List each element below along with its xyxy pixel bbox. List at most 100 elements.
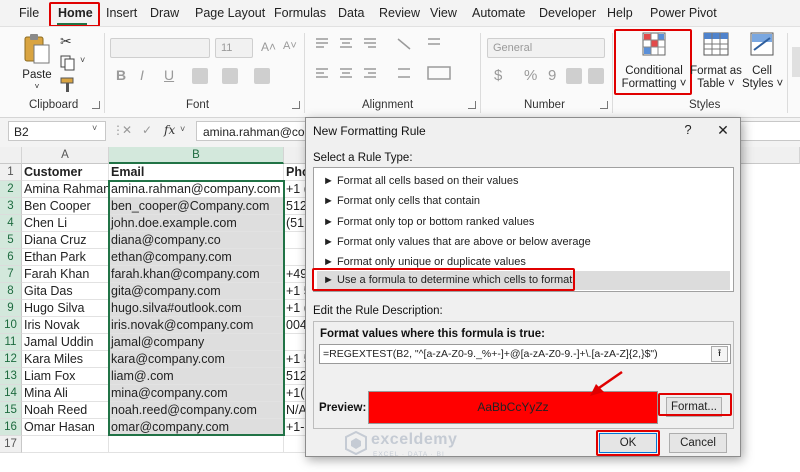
table-cell-customer[interactable]: Kara Miles [22,351,109,368]
row-header[interactable]: 15 [0,402,22,419]
table-cell-email[interactable]: ethan@company.com [109,249,284,266]
tab-draw[interactable]: Draw [150,6,179,20]
help-icon[interactable]: ? [678,121,698,139]
font-size-box[interactable]: 11 [215,38,253,58]
row-header[interactable]: 5 [0,232,22,249]
tab-help[interactable]: Help [607,6,633,20]
table-cell-email[interactable]: amina.rahman@company.com [109,181,284,198]
tab-view[interactable]: View [430,6,457,20]
clipboard-launcher-icon[interactable] [92,101,100,109]
close-icon[interactable]: ✕ [713,121,733,139]
ribbon-scroll-icon[interactable] [792,47,800,77]
column-header-a[interactable]: A [22,147,109,164]
comma-style-button[interactable]: 9 [548,67,556,84]
table-cell-email[interactable]: farah.khan@company.com [109,266,284,283]
format-painter-icon[interactable] [60,77,76,93]
increase-decimal-icon[interactable] [566,68,582,84]
rule-type-list[interactable]: ► Format all cells based on their values… [313,167,734,292]
rule-type-above-below-average[interactable]: ► Format only values that are above or b… [317,233,730,252]
copy-dropdown-icon[interactable]: ˅ [80,55,85,65]
number-launcher-icon[interactable] [600,101,608,109]
row-header[interactable]: 16 [0,419,22,436]
table-cell-email[interactable]: kara@company.com [109,351,284,368]
table-cell-email[interactable]: jamal@company [109,334,284,351]
table-cell-email[interactable]: omar@company.com [109,419,284,436]
copy-icon[interactable] [60,55,76,71]
conditional-formatting-button[interactable]: Conditional Formatting ˅ [618,29,690,93]
table-cell-email[interactable]: diana@company.co [109,232,284,249]
paste-button[interactable]: Paste ˅ [20,33,54,91]
font-launcher-icon[interactable] [292,101,300,109]
rule-type-all-cells[interactable]: ► Format all cells based on their values [317,172,730,191]
format-button[interactable]: Format... [666,397,722,417]
percent-format-button[interactable]: % [524,67,537,84]
row-header[interactable]: 13 [0,368,22,385]
cut-icon[interactable]: ✂ [60,33,72,50]
row-header[interactable]: 1 [0,164,22,181]
collapse-dialog-icon[interactable]: ⭱ [711,346,728,362]
empty-cell[interactable] [22,436,109,453]
table-cell-customer[interactable]: Iris Novak [22,317,109,334]
header-cell-customer[interactable]: Customer [22,164,109,181]
tab-page-layout[interactable]: Page Layout [195,6,265,20]
tab-formulas[interactable]: Formulas [274,6,326,20]
table-cell-customer[interactable]: Chen Li [22,215,109,232]
rule-type-top-bottom[interactable]: ► Format only top or bottom ranked value… [317,213,730,232]
table-cell-customer[interactable]: Ethan Park [22,249,109,266]
bold-button[interactable]: B [116,67,126,83]
table-cell-email[interactable]: hugo.silva#outlook.com [109,300,284,317]
tab-review[interactable]: Review [379,6,420,20]
row-header[interactable]: 6 [0,249,22,266]
insert-function-dropdown-icon[interactable]: ˅ [180,124,185,134]
select-all-corner[interactable] [0,147,22,164]
column-header-b[interactable]: B [109,147,284,164]
tab-insert[interactable]: Insert [106,6,137,20]
rule-type-unique-duplicate[interactable]: ► Format only unique or duplicate values [317,253,730,272]
table-cell-customer[interactable]: Noah Reed [22,402,109,419]
table-cell-customer[interactable]: Diana Cruz [22,232,109,249]
row-header[interactable]: 3 [0,198,22,215]
row-header[interactable]: 8 [0,283,22,300]
row-header[interactable]: 14 [0,385,22,402]
row-header[interactable]: 11 [0,334,22,351]
number-format-box[interactable]: General [487,38,605,58]
table-cell-customer[interactable]: Jamal Uddin [22,334,109,351]
borders-icon[interactable] [192,68,208,84]
tab-power-pivot[interactable]: Power Pivot [650,6,717,20]
table-cell-email[interactable]: iris.novak@company.com [109,317,284,334]
table-cell-customer[interactable]: Liam Fox [22,368,109,385]
tab-automate[interactable]: Automate [472,6,526,20]
font-color-icon[interactable] [254,68,270,84]
alignment-launcher-icon[interactable] [468,101,476,109]
row-header[interactable]: 12 [0,351,22,368]
table-cell-email[interactable]: liam@.com [109,368,284,385]
format-as-table-button[interactable]: Format as Table ˅ [690,29,742,93]
font-name-box[interactable] [110,38,210,58]
row-header[interactable]: 7 [0,266,22,283]
table-cell-email[interactable]: mina@company.com [109,385,284,402]
tab-file[interactable]: File [19,6,39,20]
rule-type-cells-contain[interactable]: ► Format only cells that contain [317,192,730,211]
tab-developer[interactable]: Developer [539,6,596,20]
table-cell-customer[interactable]: Hugo Silva [22,300,109,317]
table-cell-customer[interactable]: Ben Cooper [22,198,109,215]
row-header[interactable]: 2 [0,181,22,198]
table-cell-customer[interactable]: Farah Khan [22,266,109,283]
table-cell-customer[interactable]: Gita Das [22,283,109,300]
table-cell-email[interactable]: john.doe.example.com [109,215,284,232]
table-cell-customer[interactable]: Amina Rahman [22,181,109,198]
italic-button[interactable]: I [140,67,144,83]
decrease-font-icon[interactable]: A˅ [283,40,297,52]
formula-enter-icon[interactable]: ✓ [142,123,152,137]
table-cell-email[interactable]: ben_cooper@Company.com [109,198,284,215]
table-cell-email[interactable]: gita@company.com [109,283,284,300]
alignment-icons[interactable] [312,35,482,95]
cell-styles-button[interactable]: Cell Styles ˅ [742,29,783,93]
header-cell-email[interactable]: Email [109,164,284,181]
table-cell-customer[interactable]: Mina Ali [22,385,109,402]
decrease-decimal-icon[interactable] [588,68,604,84]
row-header[interactable]: 4 [0,215,22,232]
increase-font-icon[interactable]: A˄ [261,40,276,54]
tab-data[interactable]: Data [338,6,364,20]
cancel-button[interactable]: Cancel [669,433,727,453]
